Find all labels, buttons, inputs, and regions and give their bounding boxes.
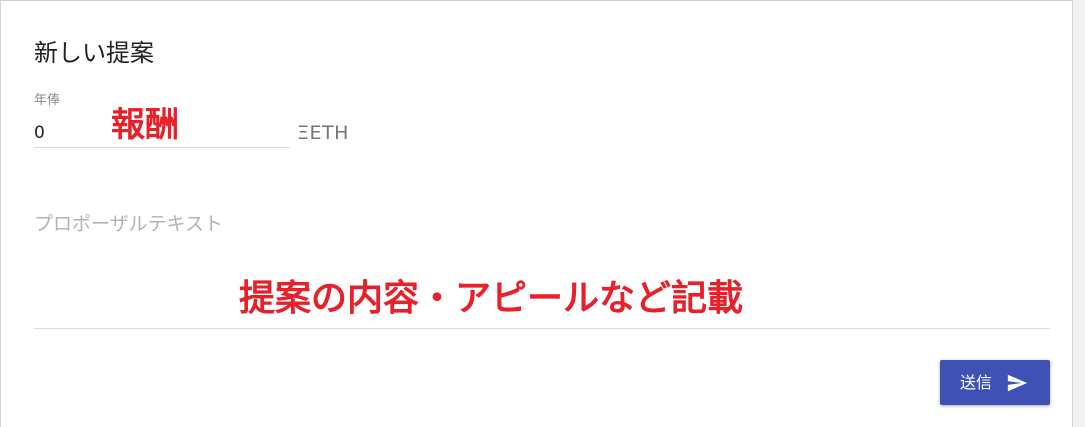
- reward-annotation: 報酬: [111, 105, 179, 145]
- send-icon: [1007, 374, 1028, 391]
- page-gutter: [1073, 0, 1085, 427]
- salary-label: 年俸: [34, 93, 61, 108]
- salary-unit: ΞETH: [297, 122, 349, 144]
- send-button-label: 送信: [959, 372, 992, 392]
- send-button[interactable]: 送信: [940, 360, 1050, 405]
- page-title: 新しい提案: [34, 39, 154, 67]
- new-proposal-card: 新しい提案 年俸 ΞETH 報酬 提案の内容・アピールなど記載 送信: [0, 0, 1073, 427]
- content-annotation: 提案の内容・アピールなど記載: [239, 278, 744, 319]
